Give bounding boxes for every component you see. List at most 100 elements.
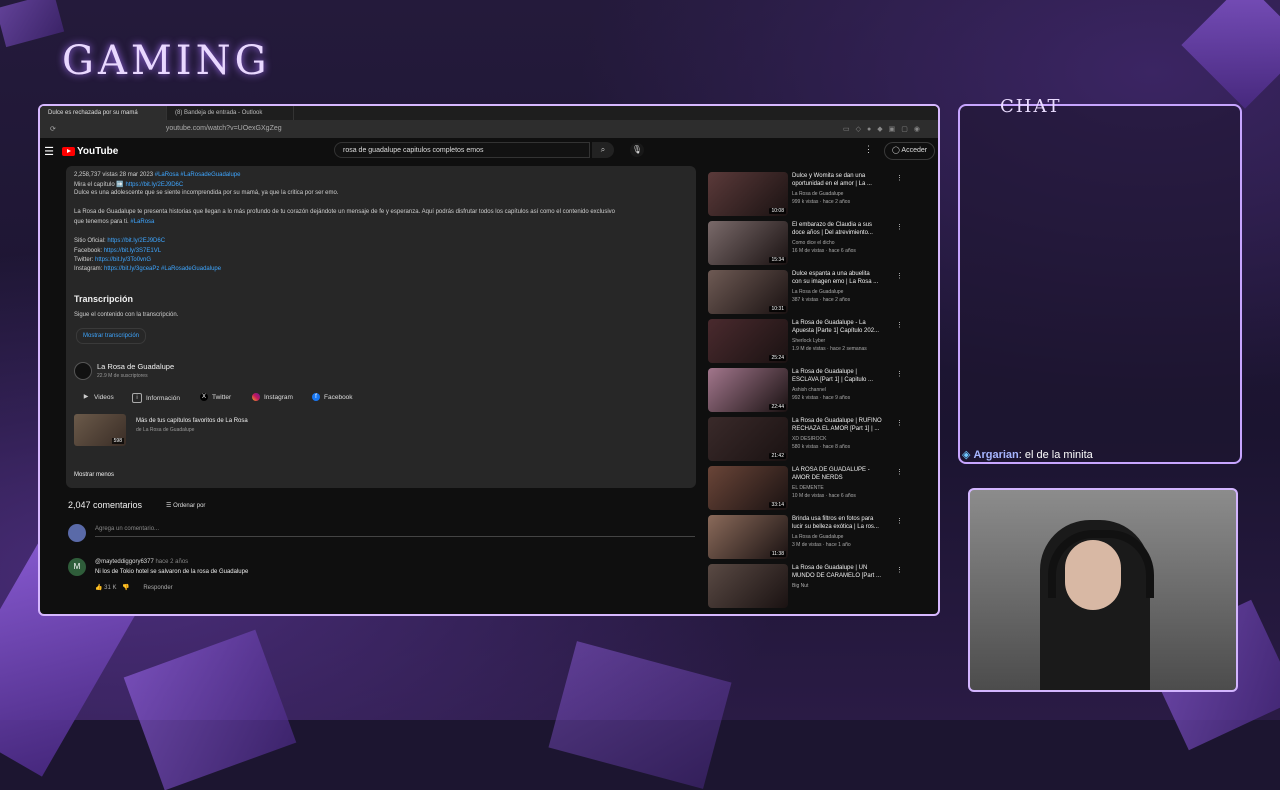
video-title[interactable]: La Rosa de Guadalupe | RUFINO RECHAZA EL … bbox=[792, 417, 888, 433]
menu-icon[interactable]: ☰ bbox=[42, 145, 56, 158]
more-options-icon[interactable]: ⋮ bbox=[896, 419, 903, 427]
sign-in-button[interactable]: ◯ Acceder bbox=[884, 142, 936, 160]
video-channel[interactable]: Ashish channel bbox=[792, 387, 826, 393]
show-transcript-button[interactable]: Mostrar transcripción bbox=[76, 328, 147, 344]
more-options-icon[interactable]: ⋮ bbox=[896, 517, 903, 525]
video-duration: 33:14 bbox=[769, 502, 786, 508]
video-thumbnail[interactable]: 10:31 bbox=[708, 270, 788, 314]
video-channel[interactable]: Como dice el dicho bbox=[792, 240, 835, 246]
related-video[interactable]: 33:14 LA ROSA DE GUADALUPE - AMOR DE NERDS… bbox=[708, 466, 908, 512]
video-thumbnail[interactable]: 15:34 bbox=[708, 221, 788, 265]
video-channel[interactable]: Sherlock Lyber bbox=[792, 338, 825, 344]
comment-author-avatar[interactable]: M bbox=[68, 558, 86, 576]
video-channel[interactable]: La Rosa de Guadalupe bbox=[792, 534, 843, 540]
more-options-icon[interactable]: ⋮ bbox=[896, 174, 903, 182]
channel-avatar[interactable] bbox=[74, 362, 92, 380]
video-meta: 999 k vistas · hace 2 años bbox=[792, 199, 851, 205]
microphone-icon[interactable]: 🎙 bbox=[630, 143, 644, 157]
chip-info[interactable]: i Información bbox=[132, 393, 180, 403]
reply-button[interactable]: Responder bbox=[143, 585, 172, 591]
video-meta: 1.9 M de vistas · hace 2 semanas bbox=[792, 346, 867, 352]
chip-instagram[interactable]: Instagram bbox=[252, 393, 293, 401]
tab-outlook[interactable]: (8) Bandeja de entrada - Outlook bbox=[167, 106, 294, 120]
more-options-icon[interactable]: ⋮ bbox=[896, 370, 903, 378]
instagram-icon bbox=[252, 393, 260, 401]
video-duration: 11:38 bbox=[769, 551, 786, 557]
channel-name[interactable]: La Rosa de Guadalupe bbox=[97, 362, 174, 371]
related-video[interactable]: 10:08 Dulce y Womita se dan una oportunida… bbox=[708, 172, 908, 218]
youtube-logo[interactable]: YouTube bbox=[62, 146, 118, 157]
overlay-title: GAMING bbox=[62, 38, 271, 84]
show-less-link[interactable]: Mostrar menos bbox=[74, 472, 114, 478]
extension-icons[interactable]: ▭◇●◆▣▢◉ bbox=[843, 125, 926, 133]
related-video[interactable]: 21:42 La Rosa de Guadalupe | RUFINO RECHAZ… bbox=[708, 417, 908, 463]
video-title[interactable]: Dulce y Womita se dan una oportunidad en … bbox=[792, 172, 888, 188]
video-thumbnail[interactable]: 33:14 bbox=[708, 466, 788, 510]
youtube-header: ☰ YouTube rosa de guadalupe capitulos co… bbox=[40, 138, 938, 164]
comment-author[interactable]: @mayteddiggory6377 hace 2 años bbox=[95, 559, 188, 565]
more-options-icon[interactable]: ⋮ bbox=[864, 144, 873, 155]
more-options-icon[interactable]: ⋮ bbox=[896, 321, 903, 329]
more-options-icon[interactable]: ⋮ bbox=[896, 272, 903, 280]
video-channel[interactable]: XD DESIROCK bbox=[792, 436, 826, 442]
user-avatar bbox=[68, 524, 86, 542]
more-options-icon[interactable]: ⋮ bbox=[896, 223, 903, 231]
video-meta: 16 M de vistas · hace 6 años bbox=[792, 248, 856, 254]
chat-message: ◈ Argarian: el de la minita bbox=[962, 448, 1093, 461]
like-icon[interactable]: 👍 bbox=[95, 585, 102, 591]
video-title[interactable]: La Rosa de Guadalupe - La Apuesta [Parte … bbox=[792, 319, 888, 335]
dislike-icon[interactable]: 👎 bbox=[122, 585, 129, 591]
video-thumbnail[interactable]: 25:24 bbox=[708, 319, 788, 363]
playlist-title[interactable]: Más de tus capítulos favoritos de La Ros… bbox=[136, 418, 248, 424]
related-video[interactable]: 11:38 Brinda usa filtros en fotos para luc… bbox=[708, 515, 908, 561]
description-paragraph: La Rosa de Guadalupe te presenta histori… bbox=[74, 209, 616, 215]
video-thumbnail[interactable]: 21:42 bbox=[708, 417, 788, 461]
video-title[interactable]: El embarazo de Claudia a sus doce años | … bbox=[792, 221, 888, 237]
video-thumbnail[interactable] bbox=[708, 564, 788, 608]
playlist-count: 598 bbox=[111, 438, 124, 444]
search-icon[interactable]: ⌕ bbox=[592, 142, 614, 158]
comment-actions: 👍 31 K 👎 Responder bbox=[95, 585, 173, 591]
video-thumbnail[interactable]: 22:44 bbox=[708, 368, 788, 412]
add-comment-input[interactable]: Agrega un comentario... bbox=[95, 526, 159, 532]
video-title[interactable]: La Rosa de Guadalupe | ESCLAVA [Part 1] |… bbox=[792, 368, 888, 384]
video-thumbnail[interactable]: 11:38 bbox=[708, 515, 788, 559]
video-title[interactable]: La Rosa de Guadalupe | UN MUNDO DE CARAME… bbox=[792, 564, 888, 580]
transcript-subtitle: Sigue el contenido con la transcripción. bbox=[74, 312, 179, 318]
sort-comments[interactable]: ☰ Ordenar por bbox=[166, 502, 205, 509]
x-icon: X bbox=[200, 393, 208, 401]
playlist-thumbnail[interactable]: 598 bbox=[74, 414, 126, 446]
more-options-icon[interactable]: ⋮ bbox=[896, 566, 903, 574]
video-channel[interactable]: EL DEMENTE bbox=[792, 485, 824, 491]
channel-subscribers: 22.9 M de suscriptores bbox=[97, 373, 148, 379]
chip-videos[interactable]: ▶ Videos bbox=[82, 393, 114, 401]
video-meta: 3 M de vistas · hace 1 año bbox=[792, 542, 851, 548]
video-thumbnail[interactable]: 10:08 bbox=[708, 172, 788, 216]
chat-badge-icon: ◈ bbox=[962, 449, 971, 461]
facebook-icon: f bbox=[312, 393, 320, 401]
chip-twitter[interactable]: X Twitter bbox=[200, 393, 231, 401]
video-description: 2,258,737 vistas 28 mar 2023 #LaRosa #La… bbox=[66, 166, 696, 488]
chip-facebook[interactable]: f Facebook bbox=[312, 393, 353, 401]
related-video[interactable]: 25:24 La Rosa de Guadalupe - La Apuesta [P… bbox=[708, 319, 908, 365]
video-title[interactable]: LA ROSA DE GUADALUPE - AMOR DE NERDS bbox=[792, 466, 888, 482]
reload-icon[interactable]: ⟳ bbox=[50, 125, 56, 133]
video-duration: 25:24 bbox=[769, 355, 786, 361]
video-channel[interactable]: La Rosa de Guadalupe bbox=[792, 191, 843, 197]
video-title[interactable]: Brinda usa filtros en fotos para lucir su… bbox=[792, 515, 888, 531]
video-channel[interactable]: Big Nut bbox=[792, 583, 808, 589]
related-video[interactable]: 22:44 La Rosa de Guadalupe | ESCLAVA [Part… bbox=[708, 368, 908, 414]
tab-youtube[interactable]: Dulce es rechazada por su mamá bbox=[40, 106, 167, 120]
search-input[interactable]: rosa de guadalupe capitulos completos em… bbox=[334, 142, 590, 158]
related-video[interactable]: La Rosa de Guadalupe | UN MUNDO DE CARAME… bbox=[708, 564, 908, 610]
video-meta: 992 k vistas · hace 9 años bbox=[792, 395, 851, 401]
related-video[interactable]: 10:31 Dulce espanta a una abuelita con su … bbox=[708, 270, 908, 316]
video-channel[interactable]: La Rosa de Guadalupe bbox=[792, 289, 843, 295]
url-field[interactable]: youtube.com/watch?v=UOexGXgZeg bbox=[166, 123, 606, 135]
video-title[interactable]: Dulce espanta a una abuelita con su image… bbox=[792, 270, 888, 286]
video-meta: 387 k vistas · hace 2 años bbox=[792, 297, 851, 303]
video-duration: 22:44 bbox=[769, 404, 786, 410]
related-video[interactable]: 15:34 El embarazo de Claudia a sus doce añ… bbox=[708, 221, 908, 267]
more-options-icon[interactable]: ⋮ bbox=[896, 468, 903, 476]
youtube-play-icon bbox=[62, 146, 75, 156]
